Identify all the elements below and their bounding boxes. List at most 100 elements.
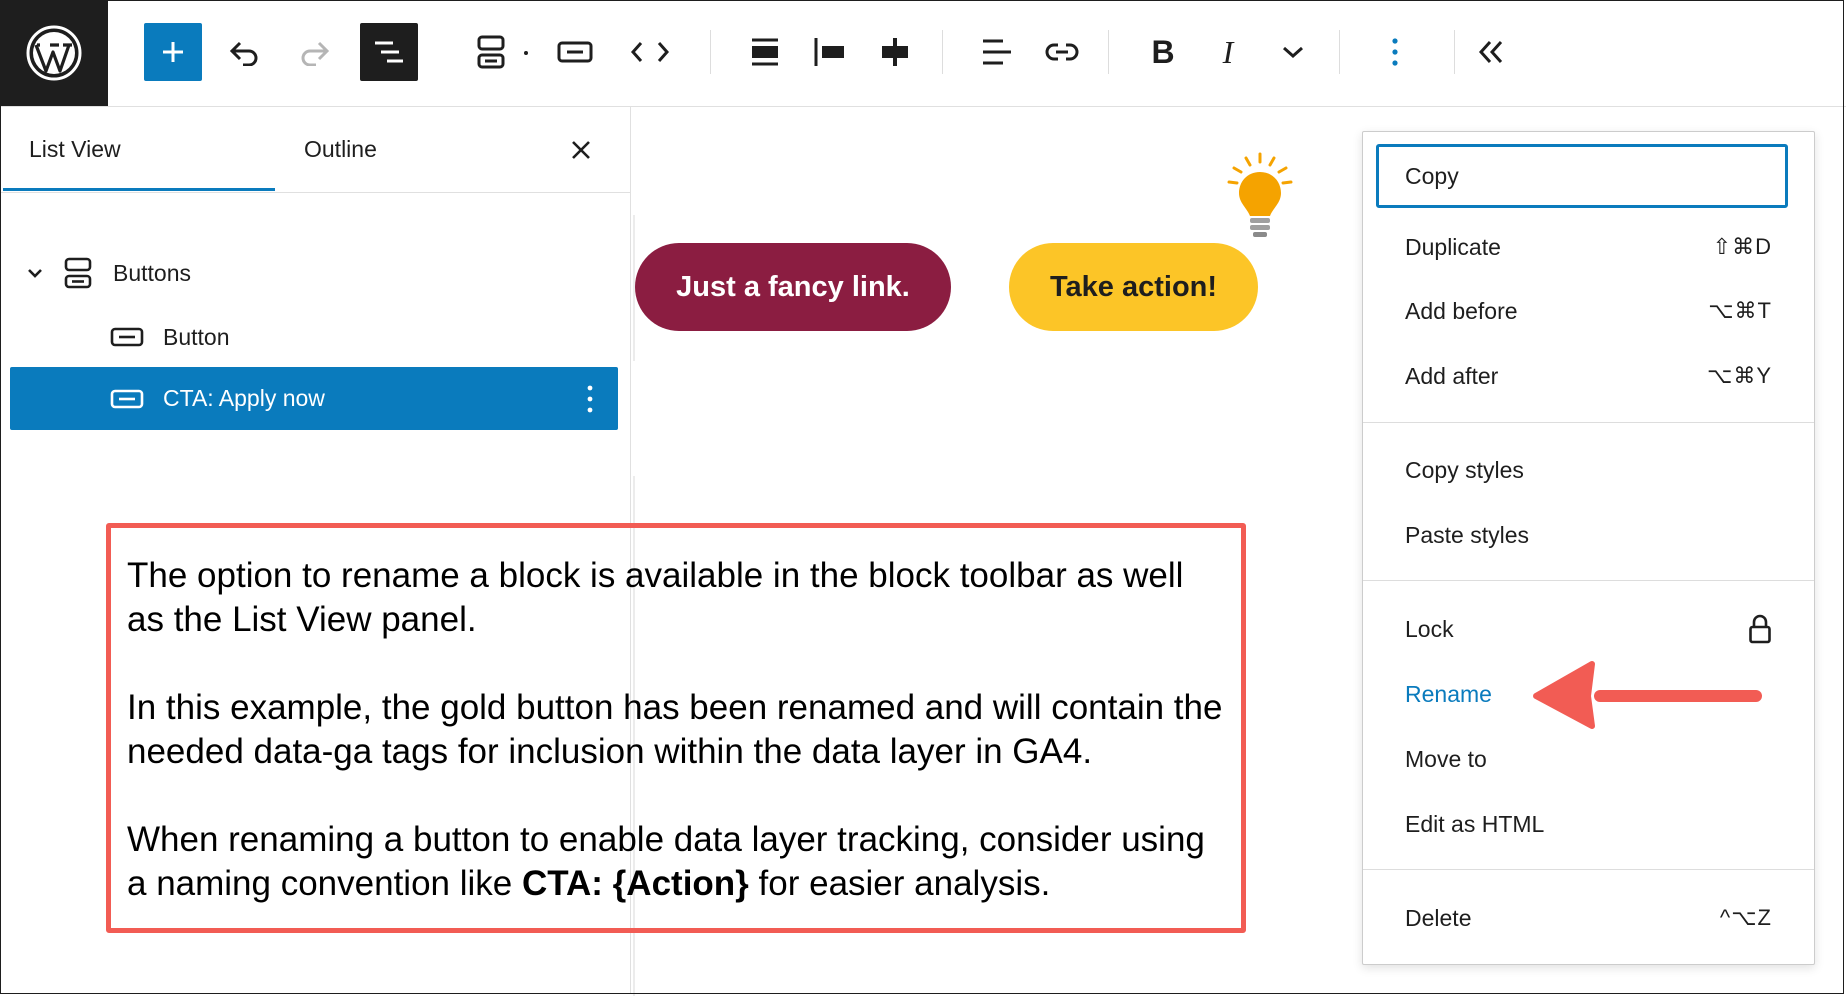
menu-item-copy-styles[interactable]: Copy styles	[1376, 438, 1788, 502]
menu-divider	[1363, 580, 1814, 581]
close-panel-button[interactable]	[566, 135, 596, 165]
button-icon	[110, 327, 144, 347]
menu-item-move-to[interactable]: Move to	[1376, 727, 1788, 791]
wordpress-icon	[26, 25, 82, 81]
wordpress-logo[interactable]	[0, 0, 108, 106]
menu-item-label: Rename	[1405, 680, 1492, 707]
panel-tabs: List View Outline	[0, 107, 630, 193]
button-icon	[110, 389, 144, 408]
active-tab-indicator	[3, 188, 275, 191]
arrow-annotation-icon	[1533, 661, 1762, 729]
block-options-button[interactable]	[1366, 23, 1424, 81]
italic-button[interactable]: I	[1199, 23, 1257, 81]
list-item-label: Button	[163, 323, 230, 350]
tab-list-view[interactable]: List View	[29, 107, 121, 192]
shortcut-label: ⇧⌘D	[1712, 234, 1772, 259]
buttons-block-type[interactable]	[462, 23, 520, 81]
toolbar-divider	[1454, 30, 1455, 74]
toolbar-divider	[1339, 30, 1340, 74]
double-chevron-left-icon	[1478, 40, 1503, 64]
menu-divider	[1363, 422, 1814, 423]
options-dots-icon[interactable]	[587, 385, 593, 413]
redo-button[interactable]	[286, 23, 344, 81]
align-button[interactable]	[736, 23, 794, 81]
bold-button[interactable]: B	[1134, 23, 1192, 81]
buttons-icon	[64, 257, 92, 289]
justify-left-icon	[814, 38, 844, 66]
list-item-buttons[interactable]: Buttons	[10, 241, 618, 305]
list-view-icon	[375, 41, 403, 63]
justify-left-button[interactable]	[801, 23, 859, 81]
menu-item-label: Move to	[1405, 745, 1487, 772]
button-icon	[557, 41, 593, 63]
align-left-icon	[983, 39, 1011, 65]
info-callout: The option to rename a block is availabl…	[106, 523, 1246, 933]
menu-item-edit-as-html[interactable]: Edit as HTML	[1376, 792, 1788, 856]
justify-center-button[interactable]	[866, 23, 924, 81]
menu-item-label: Paste styles	[1405, 521, 1529, 548]
menu-item-label: Add after	[1405, 362, 1499, 389]
link-button[interactable]	[1033, 23, 1091, 81]
list-item-label: Buttons	[113, 259, 191, 286]
info-text: for easier analysis.	[748, 864, 1051, 903]
button-block-type[interactable]	[546, 23, 604, 81]
move-button[interactable]	[621, 23, 679, 81]
menu-item-label: Copy styles	[1405, 456, 1524, 483]
document-overview-button[interactable]	[360, 23, 418, 81]
toolbar-divider	[710, 30, 711, 74]
list-item-label: CTA: Apply now	[163, 385, 325, 411]
undo-icon	[229, 41, 258, 66]
toolbar-divider	[942, 30, 943, 74]
separator-dot	[524, 51, 528, 55]
chevron-down-icon	[28, 269, 42, 278]
redo-icon	[301, 41, 330, 66]
take-action-button[interactable]: Take action!	[1009, 243, 1258, 331]
tab-outline[interactable]: Outline	[304, 107, 377, 192]
block-toolbar: B I	[0, 0, 1846, 107]
info-paragraph-3: When renaming a button to enable data la…	[127, 818, 1225, 906]
block-options-menu: Copy Duplicate ⇧⌘D Add before ⌥⌘T Add af…	[1362, 131, 1815, 965]
fancy-link-button[interactable]: Just a fancy link.	[635, 243, 951, 331]
info-paragraph-1: The option to rename a block is availabl…	[127, 556, 1184, 639]
menu-item-label: Copy	[1405, 162, 1459, 189]
text-align-button[interactable]	[968, 23, 1026, 81]
info-paragraph-2: In this example, the gold button has bee…	[127, 688, 1223, 771]
menu-item-add-before[interactable]: Add before ⌥⌘T	[1376, 279, 1788, 343]
menu-item-delete[interactable]: Delete ^⌥Z	[1376, 886, 1788, 950]
naming-convention-text: CTA: {Action}	[521, 864, 749, 903]
lightbulb-icon	[1227, 152, 1293, 237]
menu-item-add-after[interactable]: Add after ⌥⌘Y	[1376, 344, 1788, 408]
shortcut-label: ^⌥Z	[1719, 905, 1772, 930]
options-dots-icon	[1392, 38, 1398, 66]
menu-item-label: Add before	[1405, 297, 1518, 324]
menu-item-lock[interactable]: Lock	[1376, 597, 1788, 661]
more-rich-text-button[interactable]	[1264, 23, 1322, 81]
menu-item-copy[interactable]: Copy	[1376, 144, 1788, 208]
undo-button[interactable]	[215, 23, 273, 81]
link-icon	[1045, 43, 1079, 61]
align-wide-icon	[752, 38, 778, 66]
menu-item-label: Edit as HTML	[1405, 810, 1545, 837]
menu-item-duplicate[interactable]: Duplicate ⇧⌘D	[1376, 215, 1788, 279]
move-arrows-icon	[630, 42, 670, 62]
menu-item-label: Lock	[1405, 615, 1454, 642]
justify-center-icon	[882, 38, 908, 66]
chevron-down-icon	[1283, 46, 1303, 59]
italic-icon: I	[1222, 33, 1234, 70]
bold-icon: B	[1151, 33, 1175, 70]
shortcut-label: ⌥⌘Y	[1706, 363, 1772, 388]
close-icon	[572, 141, 590, 159]
plus-icon	[163, 42, 183, 62]
lock-icon	[1749, 614, 1771, 644]
menu-divider	[1363, 869, 1814, 870]
menu-item-label: Duplicate	[1405, 233, 1501, 260]
add-block-button[interactable]	[144, 23, 202, 81]
collapse-toolbar-button[interactable]	[1462, 23, 1520, 81]
buttons-icon	[477, 35, 505, 69]
menu-item-paste-styles[interactable]: Paste styles	[1376, 503, 1788, 567]
list-item-button[interactable]: Button	[10, 305, 618, 369]
toolbar-divider	[1108, 30, 1109, 74]
menu-item-label: Delete	[1405, 904, 1472, 931]
shortcut-label: ⌥⌘T	[1708, 298, 1772, 323]
list-item-cta-apply-now[interactable]: CTA: Apply now	[10, 367, 618, 430]
